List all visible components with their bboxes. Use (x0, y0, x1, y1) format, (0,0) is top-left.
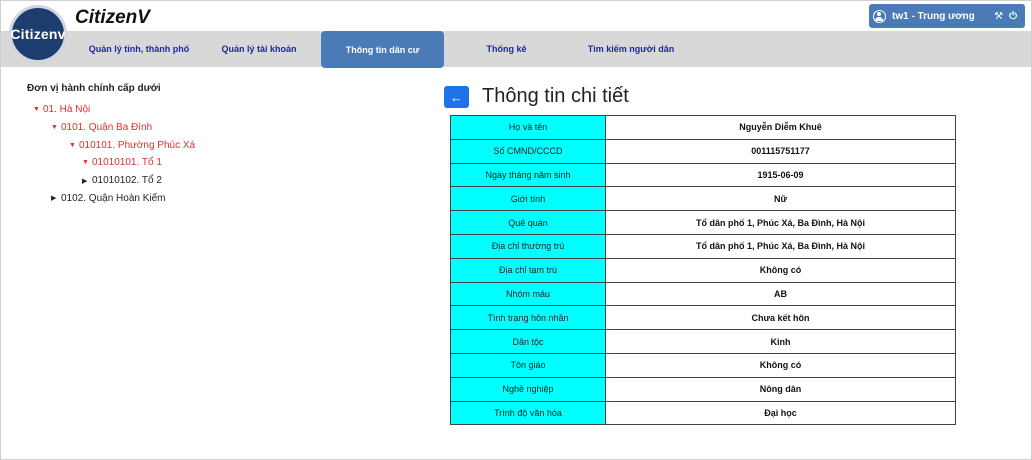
nav-citizen-info[interactable]: Thông tin dân cư (321, 31, 444, 68)
detail-title: Thông tin chi tiết (482, 85, 629, 107)
logout-icon[interactable]: ⏻ (1009, 11, 1017, 22)
table-row: Ngày tháng năm sinh 1915-06-09 (450, 162, 956, 188)
nav-accounts[interactable]: Quản lý tài khoản (209, 31, 309, 67)
tree-item-to-1[interactable]: ▼ 01010101. Tổ 1 (27, 154, 195, 172)
tree-item-label: 01010101. Tổ 1 (92, 157, 162, 169)
app-title: CitizenV (75, 7, 150, 28)
tree-title: Đơn vị hành chính cấp dưới (27, 83, 161, 94)
table-row: Số CMND/CCCD 001115751177 (450, 138, 956, 164)
table-row: Nhóm máu AB (450, 281, 956, 307)
field-value: AB (605, 281, 956, 307)
field-label: Họ và tên (450, 115, 606, 140)
field-label: Quê quán (450, 210, 606, 235)
field-label: Dân tộc (450, 329, 606, 354)
caret-right-icon[interactable]: ▶ (82, 177, 92, 185)
caret-down-icon[interactable]: ▼ (33, 106, 43, 113)
field-value: Tổ dân phố 1, Phúc Xá, Ba Đình, Hà Nội (605, 210, 956, 235)
table-row: Trình độ văn hóa Đại học (450, 400, 956, 426)
tools-icon[interactable]: ⚒ (994, 11, 1003, 22)
tree-item-phuc-xa[interactable]: ▼ 010101. Phường Phúc Xá (27, 136, 195, 154)
table-row: Tình trạng hôn nhân Chưa kết hôn (450, 305, 956, 331)
table-row: Tôn giáo Không có (450, 352, 956, 378)
field-label: Tình trạng hôn nhân (450, 305, 606, 331)
admin-unit-tree: Đơn vị hành chính cấp dưới ▼ 01. Hà Nội … (27, 83, 195, 207)
field-label: Địa chỉ thường trú (450, 233, 606, 259)
tree-item-label: 01. Hà Nội (43, 104, 91, 116)
field-value: Nông dân (605, 376, 956, 402)
field-label: Giới tính (450, 186, 606, 212)
caret-down-icon[interactable]: ▼ (69, 142, 79, 149)
table-row: Quê quán Tổ dân phố 1, Phúc Xá, Ba Đình, … (450, 210, 956, 235)
nav-provinces[interactable]: Quản lý tỉnh, thành phố (79, 31, 199, 67)
field-value: Không có (605, 257, 956, 283)
field-value: 001115751177 (605, 138, 956, 164)
table-row: Địa chỉ thường trú Tổ dân phố 1, Phúc Xá,… (450, 233, 956, 259)
field-label: Nghề nghiệp (450, 376, 606, 402)
tree-item-label: 0102. Quận Hoàn Kiếm (61, 192, 166, 204)
tree-item-to-2[interactable]: ▶ 01010102. Tổ 2 (27, 172, 195, 190)
tree-item-label: 0101. Quận Ba Đình (61, 122, 153, 134)
app-window: Quản lý tỉnh, thành phố Quản lý tài khoả… (0, 0, 1032, 460)
field-value: Tổ dân phố 1, Phúc Xá, Ba Đình, Hà Nội (605, 233, 956, 259)
field-label: Địa chỉ tạm trú (450, 257, 606, 283)
field-value: Không có (605, 352, 956, 378)
field-label: Nhóm máu (450, 281, 606, 307)
tree-item-ha-noi[interactable]: ▼ 01. Hà Nội (27, 101, 195, 119)
logo-text: Citizenv (10, 26, 66, 42)
nav-statistics[interactable]: Thống kê (459, 31, 554, 67)
nav-search-citizen[interactable]: Tìm kiếm người dân (576, 31, 686, 67)
field-label: Trình độ văn hóa (450, 400, 606, 426)
field-value: Nguyễn Diễm Khuê (605, 115, 956, 140)
citizen-info-table: Họ và tên Nguyễn Diễm Khuê Số CMND/CCCD 00… (450, 115, 956, 426)
field-label: Tôn giáo (450, 352, 606, 378)
table-row: Dân tộc Kinh (450, 329, 956, 354)
top-navbar: Quản lý tỉnh, thành phố Quản lý tài khoả… (1, 31, 1031, 68)
table-row: Giới tính Nữ (450, 186, 956, 212)
tree-item-ba-dinh[interactable]: ▼ 0101. Quận Ba Đình (27, 119, 195, 137)
caret-right-icon[interactable]: ▶ (51, 194, 61, 202)
tree-item-label: 010101. Phường Phúc Xá (79, 139, 196, 151)
caret-down-icon[interactable]: ▼ (51, 124, 61, 131)
tree-item-label: 01010102. Tổ 2 (92, 175, 162, 187)
back-button[interactable]: ← (444, 86, 469, 108)
caret-down-icon[interactable]: ▼ (82, 159, 92, 166)
field-value: 1915-06-09 (605, 162, 956, 188)
field-value: Nữ (605, 186, 956, 212)
field-value: Chưa kết hôn (605, 305, 956, 331)
user-menu[interactable]: tw1 - Trung ương ⚒ ⏻ (869, 4, 1025, 28)
field-label: Số CMND/CCCD (450, 138, 606, 164)
field-value: Đại học (605, 400, 956, 426)
citizenv-logo[interactable]: Citizenv (9, 5, 67, 63)
table-row: Họ và tên Nguyễn Diễm Khuê (450, 115, 956, 140)
field-label: Ngày tháng năm sinh (450, 162, 606, 188)
field-value: Kinh (605, 329, 956, 354)
tree-item-hoan-kiem[interactable]: ▶ 0102. Quận Hoàn Kiếm (27, 189, 195, 207)
table-row: Địa chỉ tạm trú Không có (450, 257, 956, 283)
user-name: tw1 - Trung ương (892, 10, 975, 22)
user-icon (873, 9, 886, 23)
table-row: Nghề nghiệp Nông dân (450, 376, 956, 402)
